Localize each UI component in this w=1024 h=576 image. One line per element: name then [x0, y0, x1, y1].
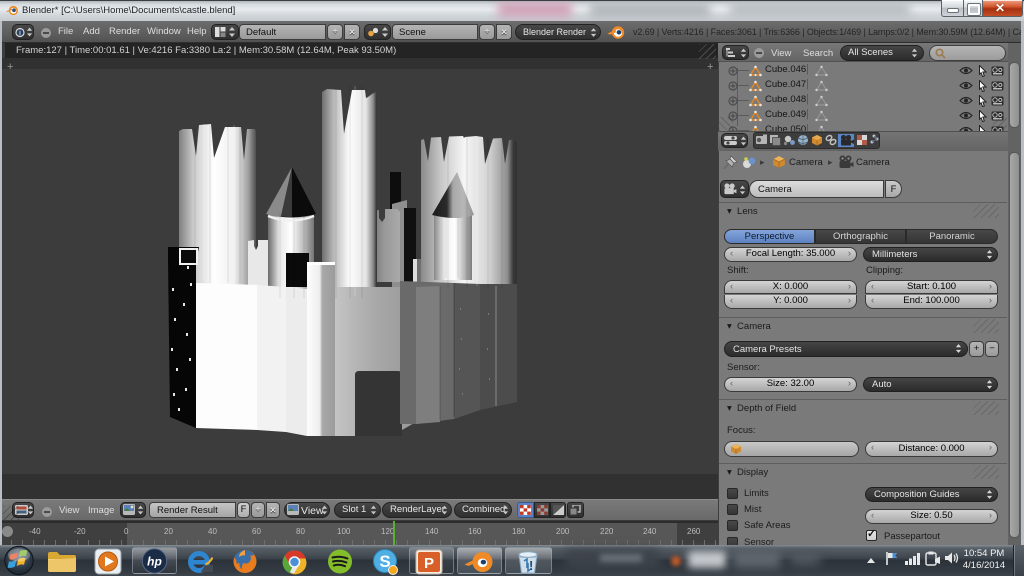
- svg-text:hp: hp: [147, 555, 162, 569]
- svg-text:P: P: [424, 555, 434, 572]
- svg-text:!: !: [529, 558, 533, 573]
